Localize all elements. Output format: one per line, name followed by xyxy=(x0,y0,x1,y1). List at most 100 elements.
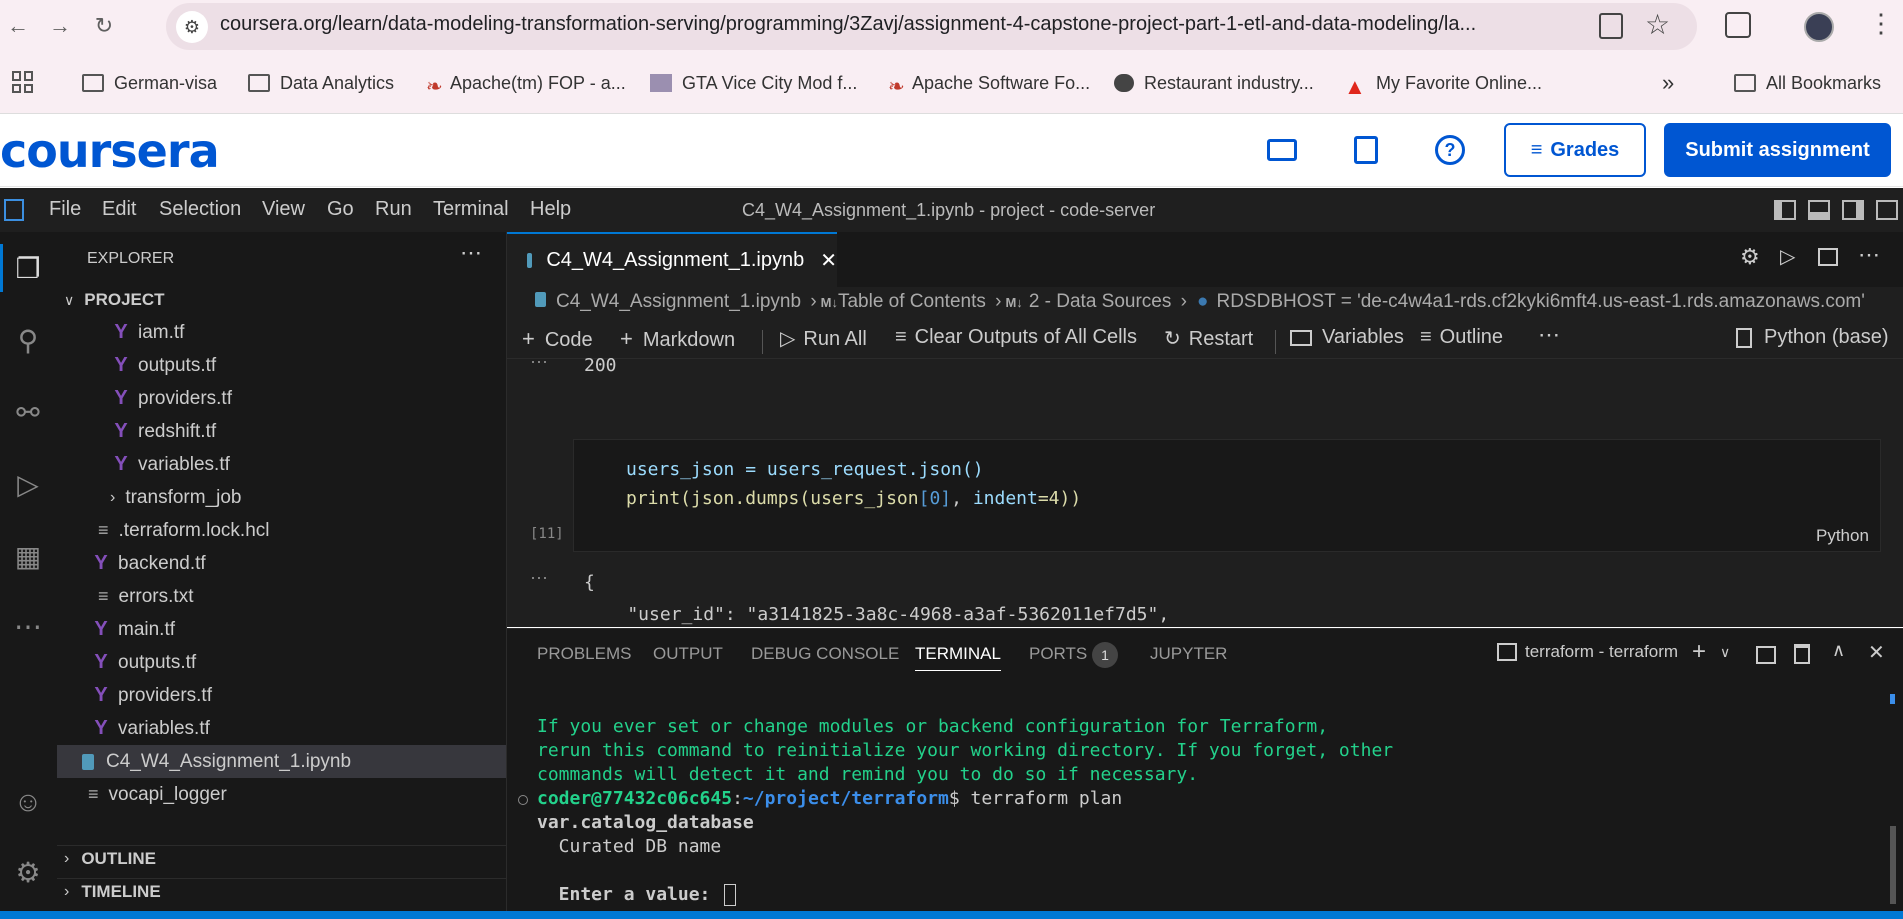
menu-help[interactable]: Help xyxy=(530,198,571,221)
tree-file[interactable]: ≡ errors.txt xyxy=(98,580,193,613)
menu-file[interactable]: File xyxy=(49,198,81,221)
extensions-icon[interactable]: ▦ xyxy=(8,536,48,576)
command-decoration-icon[interactable] xyxy=(518,795,528,805)
apps-icon[interactable] xyxy=(12,71,34,93)
search-icon[interactable]: ⚲ xyxy=(8,320,48,360)
bookmark-item[interactable]: GTA Vice City Mod f... xyxy=(650,70,857,96)
breadcrumb-section[interactable]: 2 - Data Sources xyxy=(1029,291,1172,312)
run-debug-icon[interactable]: ▷ xyxy=(8,464,48,504)
bookmark-star-icon[interactable]: ☆ xyxy=(1645,8,1670,41)
bookmark-item[interactable]: ▲ My Favorite Online... xyxy=(1344,70,1542,100)
breadcrumb-toc[interactable]: Table of Contents xyxy=(838,291,986,312)
panel-tab-jupyter[interactable]: JUPYTER xyxy=(1150,644,1227,664)
site-info-icon[interactable]: ⚙ xyxy=(176,11,208,43)
breadcrumb-variable[interactable]: RDSDBHOST = 'de-c4w4a1-rds.cf2kyki6mft4.… xyxy=(1216,291,1864,312)
help-icon[interactable]: ? xyxy=(1432,132,1468,168)
run-icon[interactable]: ▷ xyxy=(1780,244,1795,269)
toolbar-more-icon[interactable]: ⋯ xyxy=(1538,322,1560,348)
tree-file[interactable]: ≡ vocapi_logger xyxy=(88,778,227,811)
terminal-scrollbar[interactable] xyxy=(1890,826,1896,904)
add-markdown-button[interactable]: + Markdown xyxy=(620,326,735,352)
tree-file[interactable]: Ybackend.tf xyxy=(92,547,205,580)
panel-tab-output[interactable]: OUTPUT xyxy=(653,644,723,664)
editor-tab[interactable]: C4_W4_Assignment_1.ipynb ✕ xyxy=(507,232,837,287)
chrome-menu-icon[interactable]: ⋮ xyxy=(1868,8,1894,39)
add-code-button[interactable]: + Code xyxy=(522,326,593,352)
bookmark-item[interactable]: ❧ Apache(tm) FOP - a... xyxy=(426,70,626,99)
project-section[interactable]: ∨ PROJECT xyxy=(64,290,165,310)
terminal-cursor[interactable] xyxy=(724,884,736,906)
tree-file[interactable]: Yiam.tf xyxy=(112,316,184,349)
restart-button[interactable]: ↻ Restart xyxy=(1164,326,1253,351)
breadcrumb-file[interactable]: C4_W4_Assignment_1.ipynb xyxy=(556,291,801,312)
outline-button[interactable]: ≡ Outline xyxy=(1420,326,1503,349)
bookmark-item[interactable]: Data Analytics xyxy=(248,70,394,96)
timeline-section[interactable]: › TIMELINE xyxy=(64,882,161,902)
trash-icon[interactable] xyxy=(1794,644,1810,664)
tree-file[interactable]: Youtputs.tf xyxy=(92,646,196,679)
explorer-icon[interactable]: ❐ xyxy=(8,248,48,288)
variables-button[interactable]: Variables xyxy=(1290,326,1404,349)
folder-icon[interactable] xyxy=(1264,132,1300,168)
clear-outputs-button[interactable]: ≡ Clear Outputs of All Cells xyxy=(895,326,1137,349)
account-icon[interactable]: ☺ xyxy=(8,782,48,822)
source-control-icon[interactable]: ⚯ xyxy=(8,392,48,432)
tree-file[interactable]: ≡ .terraform.lock.hcl xyxy=(98,514,270,547)
customize-layout-icon[interactable] xyxy=(1876,200,1898,220)
split-editor-icon[interactable] xyxy=(1818,248,1838,266)
tree-file[interactable]: Yvariables.tf xyxy=(112,448,230,481)
grades-button[interactable]: ≡ Grades xyxy=(1504,123,1646,177)
menu-terminal[interactable]: Terminal xyxy=(433,198,509,221)
settings-gear-icon[interactable]: ⚙ xyxy=(1740,244,1760,270)
split-terminal-icon[interactable] xyxy=(1756,646,1776,664)
forward-icon[interactable]: → xyxy=(42,8,78,44)
settings-gear-icon[interactable]: ⚙ xyxy=(8,852,48,892)
menu-edit[interactable]: Edit xyxy=(102,198,136,221)
cell-language[interactable]: Python xyxy=(1816,526,1869,546)
tree-file[interactable]: Youtputs.tf xyxy=(112,349,216,382)
chevron-down-icon[interactable]: ∨ xyxy=(1720,644,1730,661)
maximize-panel-icon[interactable]: ∧ xyxy=(1832,640,1845,661)
extensions-icon[interactable] xyxy=(1725,12,1751,38)
kernel-picker[interactable]: Python (base) xyxy=(1736,326,1889,349)
clipboard-icon[interactable] xyxy=(1599,13,1623,39)
tree-folder[interactable]: › transform_job xyxy=(110,481,242,514)
toggle-secondary-sidebar-icon[interactable] xyxy=(1842,200,1864,220)
tree-file-selected[interactable]: C4_W4_Assignment_1.ipynb xyxy=(82,745,351,778)
bookmark-item[interactable]: Restaurant industry... xyxy=(1114,70,1314,96)
toggle-panel-icon[interactable] xyxy=(1808,200,1830,220)
vscode-menu-icon[interactable] xyxy=(4,199,24,221)
panel-tab-ports[interactable]: PORTS xyxy=(1029,644,1087,664)
terminal-selector[interactable]: terraform - terraform xyxy=(1497,642,1678,662)
tree-file[interactable]: Yproviders.tf xyxy=(92,679,212,712)
url-text[interactable]: coursera.org/learn/data-modeling-transfo… xyxy=(220,13,1580,36)
back-icon[interactable]: ← xyxy=(0,8,36,44)
tree-file[interactable]: Yredshift.tf xyxy=(112,415,216,448)
coursera-logo[interactable]: coursera xyxy=(0,124,220,178)
editor-more-icon[interactable]: ⋯ xyxy=(1858,242,1880,268)
tree-file[interactable]: Yproviders.tf xyxy=(112,382,232,415)
menu-view[interactable]: View xyxy=(262,198,305,221)
tree-file[interactable]: Ymain.tf xyxy=(92,613,175,646)
bookmark-item[interactable]: German-visa xyxy=(82,70,217,96)
panel-tab-terminal[interactable]: TERMINAL xyxy=(915,644,1001,671)
all-bookmarks[interactable]: All Bookmarks xyxy=(1734,70,1881,96)
panel-tab-problems[interactable]: PROBLEMS xyxy=(537,644,631,664)
submit-assignment-button[interactable]: Submit assignment xyxy=(1664,123,1891,177)
run-all-button[interactable]: ▷ Run All xyxy=(780,326,867,351)
output-more-icon[interactable]: ⋯ xyxy=(530,568,548,589)
outline-section[interactable]: › OUTLINE xyxy=(64,849,156,869)
menu-selection[interactable]: Selection xyxy=(159,198,241,221)
new-terminal-icon[interactable]: + xyxy=(1692,638,1706,666)
bookmark-item[interactable]: ❧ Apache Software Fo... xyxy=(888,70,1090,99)
close-panel-icon[interactable]: ✕ xyxy=(1868,640,1885,665)
menu-go[interactable]: Go xyxy=(327,198,354,221)
more-icon[interactable]: ⋯ xyxy=(8,606,48,646)
more-bookmarks-icon[interactable]: » xyxy=(1662,70,1674,96)
output-more-icon[interactable]: ⋯ xyxy=(530,352,548,373)
explorer-more-icon[interactable]: ⋯ xyxy=(460,240,482,266)
reload-icon[interactable]: ↻ xyxy=(86,8,122,44)
panel-tab-debug-console[interactable]: DEBUG CONSOLE xyxy=(751,644,899,664)
tree-file[interactable]: Yvariables.tf xyxy=(92,712,210,745)
notes-icon[interactable] xyxy=(1348,132,1384,168)
